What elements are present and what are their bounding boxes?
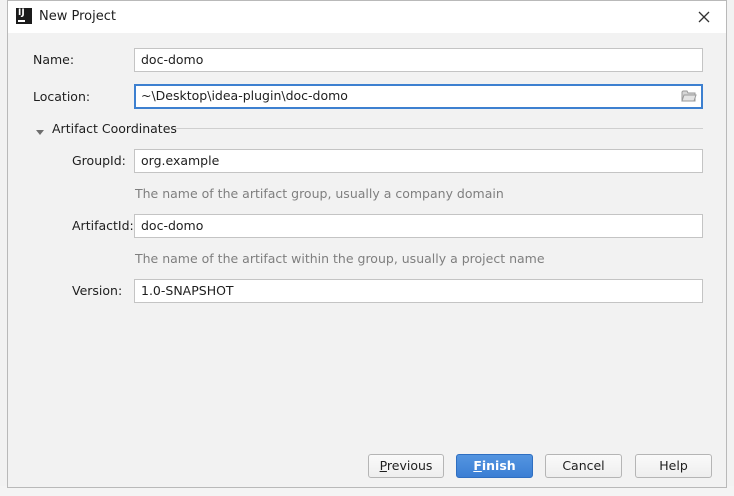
new-project-dialog: IJ New Project Name: doc-domo Location: … bbox=[7, 0, 727, 488]
browse-folder-button[interactable] bbox=[681, 89, 697, 109]
version-input[interactable]: 1.0-SNAPSHOT bbox=[134, 279, 703, 303]
groupid-hint: The name of the artifact group, usually … bbox=[135, 186, 504, 201]
title-bar: IJ New Project bbox=[8, 1, 726, 33]
finish-button[interactable]: Finish bbox=[456, 454, 533, 478]
version-label: Version: bbox=[72, 283, 123, 298]
finish-mnemonic: F bbox=[473, 458, 482, 473]
location-label: Location: bbox=[33, 89, 91, 104]
artifactid-input[interactable]: doc-domo bbox=[134, 214, 703, 238]
section-divider bbox=[175, 128, 703, 129]
artifact-section-toggle[interactable] bbox=[35, 125, 45, 140]
location-value: ~\Desktop\idea-plugin\doc-domo bbox=[141, 88, 348, 103]
previous-button[interactable]: Previous bbox=[368, 454, 444, 478]
name-label: Name: bbox=[33, 52, 75, 67]
artifact-section-title: Artifact Coordinates bbox=[52, 121, 177, 136]
version-value: 1.0-SNAPSHOT bbox=[141, 283, 234, 298]
location-input[interactable]: ~\Desktop\idea-plugin\doc-domo bbox=[134, 84, 703, 109]
name-value: doc-domo bbox=[141, 52, 204, 67]
artifactid-label: ArtifactId: bbox=[72, 218, 134, 233]
background-editor-edge bbox=[726, 0, 734, 496]
artifactid-hint: The name of the artifact within the grou… bbox=[135, 251, 545, 266]
name-input[interactable]: doc-domo bbox=[134, 48, 703, 72]
previous-label: revious bbox=[386, 458, 433, 473]
close-button[interactable] bbox=[682, 1, 726, 33]
close-icon bbox=[698, 11, 710, 23]
folder-icon bbox=[681, 90, 697, 102]
intellij-icon: IJ bbox=[16, 8, 32, 24]
cancel-button[interactable]: Cancel bbox=[545, 454, 622, 478]
groupid-label: GroupId: bbox=[72, 153, 126, 168]
help-button[interactable]: Help bbox=[635, 454, 712, 478]
previous-mnemonic: P bbox=[379, 458, 387, 473]
dialog-title: New Project bbox=[39, 9, 116, 24]
artifactid-value: doc-domo bbox=[141, 218, 204, 233]
finish-label: inish bbox=[481, 458, 516, 473]
groupid-value: org.example bbox=[141, 153, 220, 168]
groupid-input[interactable]: org.example bbox=[134, 149, 703, 173]
chevron-down-icon bbox=[36, 130, 44, 135]
